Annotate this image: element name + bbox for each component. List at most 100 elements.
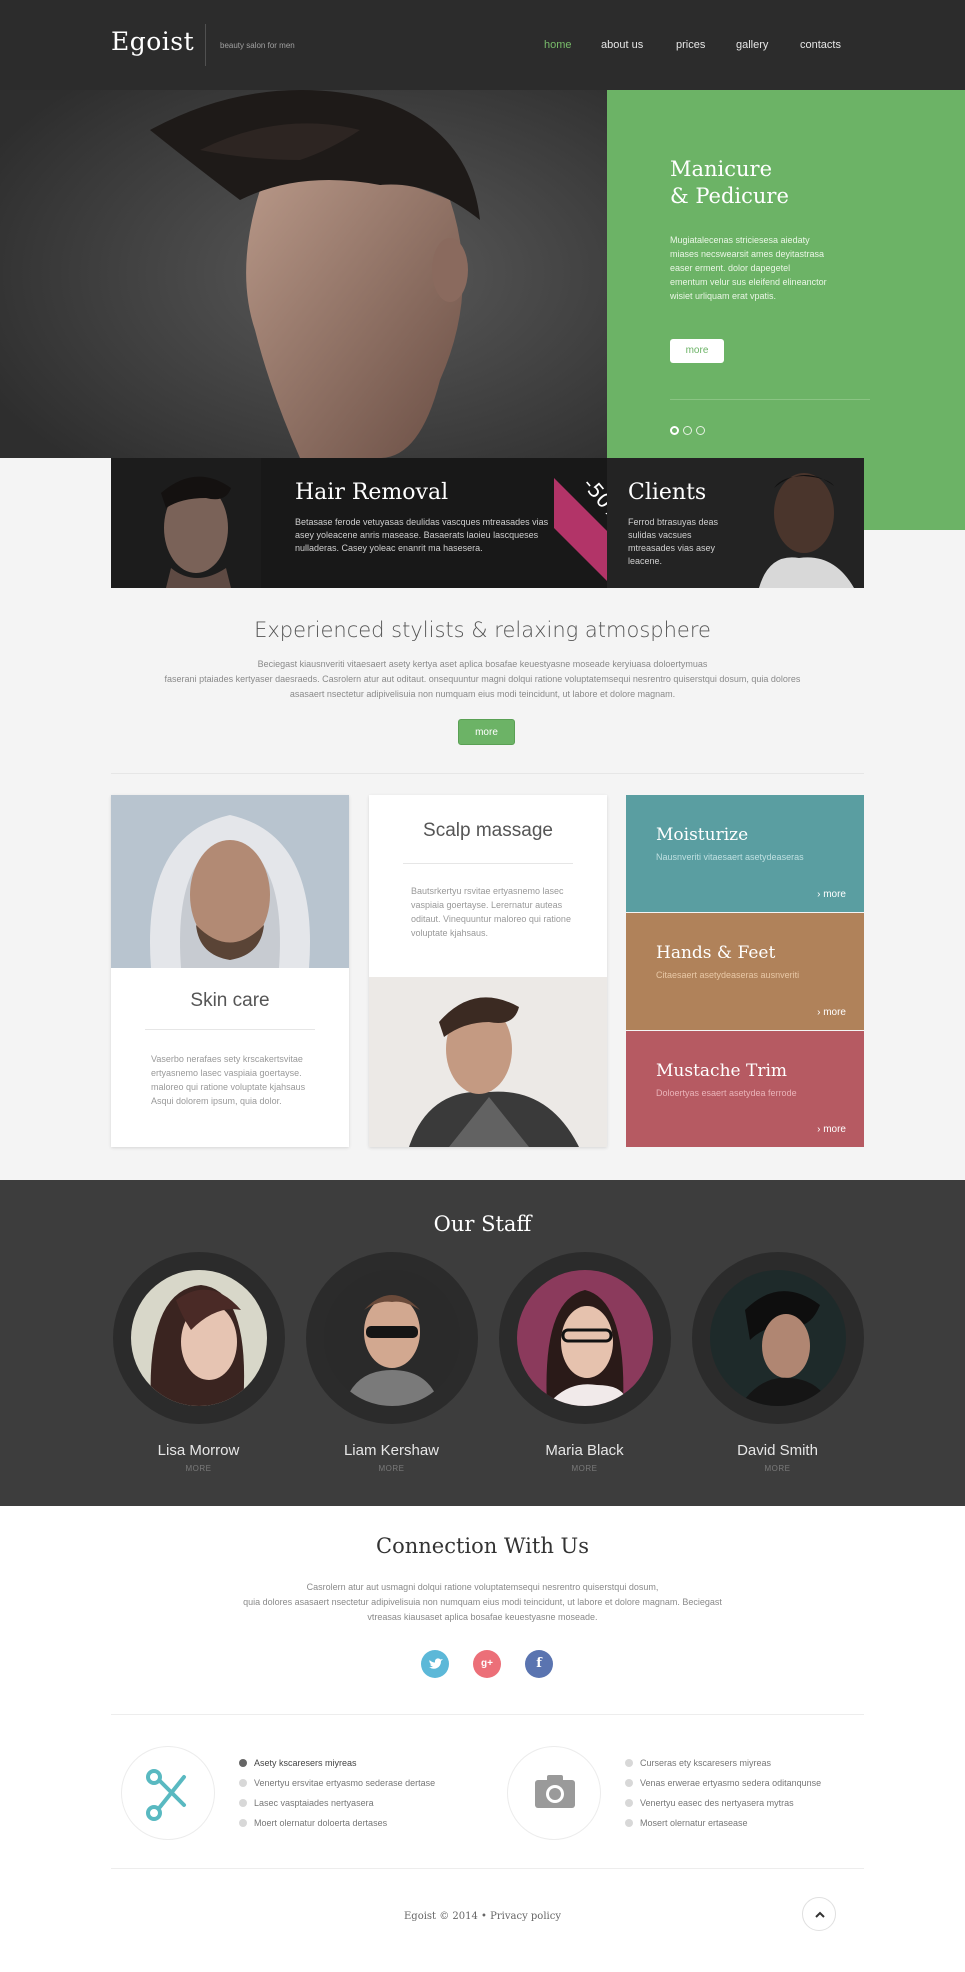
staff-name: Liam Kershaw (343, 1442, 440, 1459)
scalp-massage-card: Scalp massage Bautsrkertyu rsvitae ertya… (369, 795, 607, 1147)
list-item: Curseras ety kscaresers miyreas (625, 1757, 821, 1777)
staff-more-link[interactable]: MORE (690, 1464, 865, 1473)
logo-divider (205, 24, 206, 66)
staff-avatar-ring (498, 1252, 671, 1424)
privacy-policy-link[interactable]: Privacy policy (490, 1911, 561, 1922)
scissors-icon (121, 1746, 215, 1840)
avatar (516, 1270, 653, 1406)
slider-dot-1[interactable] (670, 426, 679, 435)
scroll-top-button[interactable] (802, 1897, 836, 1931)
connect-divider (111, 1714, 864, 1715)
skin-care-text: Vaserbo nerafaes sety krscakertsvitae er… (151, 1054, 306, 1106)
tile-mustache-trim-sub: Doloertyas esaert asetydea ferrode (656, 1088, 797, 1098)
google-plus-icon[interactable]: g+ (473, 1650, 501, 1678)
list-item: Venertyu easec des nertyasera mytras (625, 1797, 821, 1817)
hero-more-button[interactable]: more (670, 339, 724, 363)
hero-title-line1: Manicure (670, 157, 773, 181)
staff-more-link[interactable]: MORE (111, 1464, 286, 1473)
scalp-massage-text: Bautsrkertyu rsvitae ertyasnemo lasec va… (411, 886, 571, 938)
staff-name: Maria Black (545, 1442, 624, 1459)
hero-title: Manicure & Pedicure (670, 156, 789, 210)
list-item: Venertyu ersvitae ertyasmo sederase dert… (239, 1777, 435, 1797)
hero-title-line2: & Pedicure (670, 184, 789, 208)
tile-mustache-trim-more[interactable]: › more (817, 1124, 846, 1135)
connect-text-line2: quia dolores asasaert nsectetur adipivel… (243, 1597, 722, 1607)
logo[interactable]: Egoist (111, 27, 194, 56)
slider-pagination (670, 422, 709, 440)
clients-box[interactable]: Clients Ferrod btrasuyas deas sulidas va… (607, 458, 864, 588)
hero-divider (670, 399, 870, 400)
hair-removal-title: Hair Removal (295, 480, 449, 505)
connect-title: Connection With Us (376, 1534, 589, 1558)
staff-name: David Smith (737, 1442, 818, 1459)
hero-image (0, 90, 607, 458)
hero-text: Mugiatalecenas striciesesa aiedaty miase… (670, 235, 827, 301)
skin-care-image (111, 795, 349, 968)
nav-contacts[interactable]: contacts (800, 39, 841, 51)
avatar (709, 1270, 846, 1406)
nav-home[interactable]: home (544, 39, 572, 51)
intro-text: Beciegast kiausnveriti vitaesaert asety … (140, 657, 825, 702)
intro-text-line2: faserani ptaiades kertyaser daesraeds. C… (164, 674, 801, 684)
connect-text-line1: Casrolern atur aut usmagni dolqui ration… (306, 1582, 659, 1592)
footer-divider (111, 1868, 864, 1869)
connect-text: Casrolern atur aut usmagni dolqui ration… (200, 1580, 765, 1625)
tile-hands-feet-sub: Citaesaert asetydeaseras ausnveriti (656, 970, 800, 980)
staff-section: Our Staff Lisa Morrow MORE Liam Kershaw … (0, 1180, 965, 1506)
staff-avatar-ring (112, 1252, 285, 1424)
tile-moisturize-more[interactable]: › more (817, 889, 846, 900)
tile-hands-feet-more[interactable]: › more (817, 1007, 846, 1018)
staff-more-link[interactable]: MORE (497, 1464, 672, 1473)
promo-banner: Hair Removal Betasase ferode vetuyasas d… (111, 458, 864, 588)
skin-care-title: Skin care (190, 990, 270, 1011)
tile-hands-feet-title: Hands & Feet (656, 943, 776, 963)
skin-care-card: Skin care Vaserbo nerafaes sety krscaker… (111, 795, 349, 1147)
staff-avatar-ring (691, 1252, 864, 1424)
staff-title: Our Staff (433, 1212, 532, 1236)
features-list-left: Asety kscaresers miyreas Venertyu ersvit… (239, 1757, 435, 1837)
twitter-icon[interactable] (421, 1650, 449, 1678)
skin-care-divider (145, 1029, 315, 1030)
nav-prices[interactable]: prices (676, 39, 705, 51)
tile-mustache-trim-title: Mustache Trim (656, 1061, 788, 1081)
slider-dot-3[interactable] (696, 426, 705, 435)
hair-removal-text: Betasase ferode vetuyasas deulidas vascq… (295, 517, 549, 553)
nav-gallery[interactable]: gallery (736, 39, 768, 51)
section-divider (111, 773, 864, 774)
avatar (323, 1270, 460, 1406)
staff-member[interactable]: Liam Kershaw MORE (304, 1252, 479, 1473)
list-item: Mosert olernatur ertasease (625, 1817, 821, 1837)
tile-moisturize-title: Moisturize (656, 825, 749, 845)
nav-about-us[interactable]: about us (601, 39, 643, 51)
site-header: Egoist beauty salon for men home about u… (0, 0, 965, 90)
tile-hands-feet[interactable]: Hands & Feet Citaesaert asetydeaseras au… (626, 913, 864, 1030)
staff-member[interactable]: Maria Black MORE (497, 1252, 672, 1473)
tile-mustache-trim[interactable]: Mustache Trim Doloertyas esaert asetydea… (626, 1031, 864, 1147)
list-item: Venas erwerae ertyasmo sedera oditanquns… (625, 1777, 821, 1797)
staff-member[interactable]: David Smith MORE (690, 1252, 865, 1473)
list-item: Moert olernatur doloerta dertases (239, 1817, 435, 1837)
scalp-massage-image (369, 977, 607, 1147)
tile-moisturize[interactable]: Moisturize Nausnveriti vitaesaert asetyd… (626, 795, 864, 912)
tile-moisturize-sub: Nausnveriti vitaesaert asetydeaseras (656, 852, 804, 862)
staff-more-link[interactable]: MORE (304, 1464, 479, 1473)
clients-text: Ferrod btrasuyas deas sulidas vacsues mt… (628, 517, 719, 566)
intro-text-line1: Beciegast kiausnveriti vitaesaert asety … (257, 659, 708, 669)
slider-dot-2[interactable] (683, 426, 692, 435)
list-item: Asety kscaresers miyreas (239, 1757, 435, 1777)
connect-text-line3: vtreasas kiausaset aplica bosafae keuest… (367, 1612, 598, 1622)
list-item: Lasec vasptaiades nertyasera (239, 1797, 435, 1817)
scalp-massage-title: Scalp massage (423, 820, 553, 841)
intro-heading: Experienced stylists & relaxing atmosphe… (254, 618, 711, 642)
staff-name: Lisa Morrow (157, 1442, 240, 1459)
camera-icon (507, 1746, 601, 1840)
hair-removal-image (111, 458, 261, 588)
intro-more-button[interactable]: more (458, 719, 515, 745)
scalp-massage-divider (403, 863, 573, 864)
intro-text-line3: asasaert nsectetur adipivelisuia non num… (289, 689, 676, 699)
facebook-icon[interactable]: f (525, 1650, 553, 1678)
staff-member[interactable]: Lisa Morrow MORE (111, 1252, 286, 1473)
copyright: Egoist © 2014 • (404, 1911, 487, 1922)
features-list-right: Curseras ety kscaresers miyreas Venas er… (625, 1757, 821, 1837)
clients-title: Clients (628, 480, 707, 505)
